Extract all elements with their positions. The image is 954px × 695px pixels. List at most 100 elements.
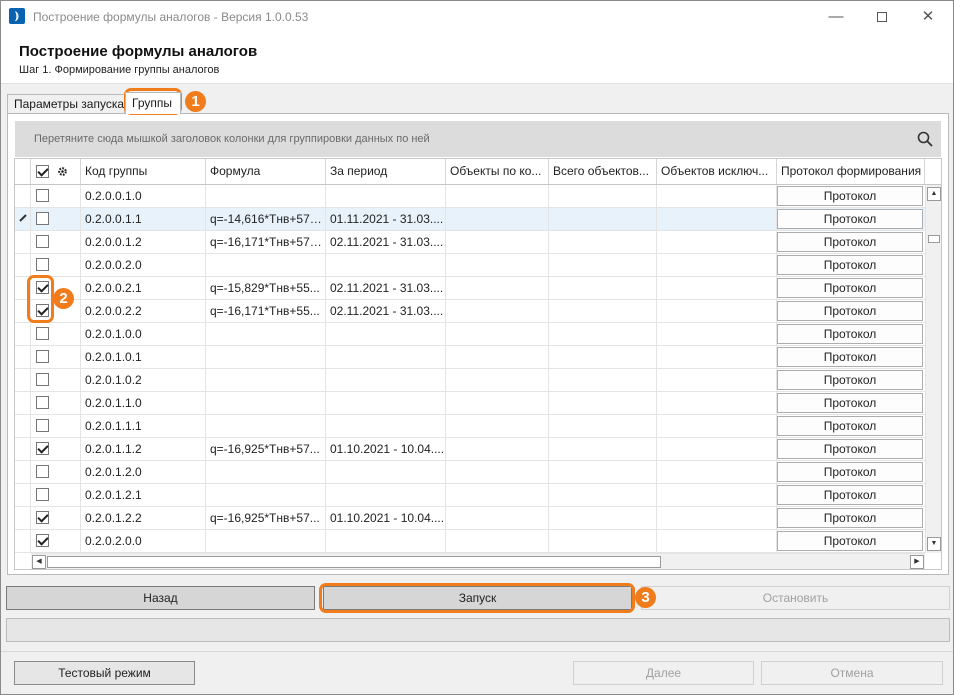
cell-objects-by (446, 277, 549, 299)
protocol-button[interactable]: Протокол (777, 324, 923, 344)
row-checkbox[interactable] (36, 327, 49, 340)
cell-code: 0.2.0.1.2.1 (81, 484, 206, 506)
back-button[interactable]: Назад (6, 586, 315, 610)
stop-button[interactable]: Остановить (641, 586, 950, 610)
cell-period: 01.11.2021 - 31.03.... (326, 208, 446, 230)
protocol-button[interactable]: Протокол (777, 186, 923, 206)
cancel-button[interactable]: Отмена (761, 661, 943, 685)
row-checkbox[interactable] (36, 350, 49, 363)
vertical-scroll-thumb[interactable] (928, 235, 940, 243)
row-checkbox[interactable] (36, 465, 49, 478)
table-row[interactable]: 0.2.0.0.1.1 q=-14,616*Тнв+573,2 01.11.2021… (15, 208, 925, 231)
row-checkbox[interactable] (36, 373, 49, 386)
cell-objects-by (446, 346, 549, 368)
cell-total-objects (549, 507, 657, 529)
table-row[interactable]: 0.2.0.1.0.2 Протокол (15, 369, 925, 392)
row-checkbox[interactable] (36, 511, 49, 524)
row-checkbox[interactable] (36, 419, 49, 432)
cell-total-objects (549, 231, 657, 253)
cell-period: 01.10.2021 - 10.04.... (326, 438, 446, 460)
cell-formula: q=-16,925*Тнв+57... (206, 507, 326, 529)
protocol-button[interactable]: Протокол (777, 370, 923, 390)
table-row[interactable]: 0.2.0.0.2.1 q=-15,829*Тнв+55... 02.11.2021… (15, 277, 925, 300)
cell-objects-by (446, 461, 549, 483)
horizontal-scrollbar[interactable]: ◀ ▶ (31, 553, 925, 569)
protocol-button[interactable]: Протокол (777, 439, 923, 459)
row-checkbox[interactable] (36, 235, 49, 248)
select-all-checkbox[interactable] (36, 165, 49, 178)
table-row[interactable]: 0.2.0.0.1.2 q=-16,171*Тнв+573,... 02.11.20… (15, 231, 925, 254)
column-header-total-objects[interactable]: Всего объектов... (549, 159, 657, 184)
protocol-button[interactable]: Протокол (777, 209, 923, 229)
scroll-down-icon[interactable]: ▼ (927, 537, 941, 551)
column-header-code[interactable]: Код группы (81, 159, 206, 184)
row-checkbox[interactable] (36, 442, 49, 455)
row-checkbox[interactable] (36, 534, 49, 547)
group-by-panel[interactable]: Перетяните сюда мышкой заголовок колонки… (15, 121, 941, 157)
row-checkbox[interactable] (36, 212, 49, 225)
search-icon[interactable] (917, 131, 933, 147)
row-select-cell (31, 507, 81, 529)
table-row[interactable]: 0.2.0.0.1.0 Протокол (15, 185, 925, 208)
protocol-button[interactable]: Протокол (777, 416, 923, 436)
table-row[interactable]: 0.2.0.1.2.1 Протокол (15, 484, 925, 507)
row-checkbox[interactable] (36, 488, 49, 501)
cell-total-objects (549, 300, 657, 322)
column-header-period[interactable]: За период (326, 159, 446, 184)
protocol-button[interactable]: Протокол (777, 347, 923, 367)
next-button[interactable]: Далее (573, 661, 754, 685)
cell-total-objects (549, 438, 657, 460)
row-select-cell (31, 461, 81, 483)
cell-period (326, 530, 446, 552)
horizontal-scroll-thumb[interactable] (47, 556, 661, 568)
tab-launch-params[interactable]: Параметры запуска (7, 94, 125, 113)
protocol-button[interactable]: Протокол (777, 462, 923, 482)
column-header-protocol[interactable]: Протокол формирования (777, 159, 925, 184)
title-bar: ⦆ Построение формулы аналогов - Версия 1… (1, 1, 953, 33)
scroll-left-icon[interactable]: ◀ (32, 555, 46, 569)
row-select-cell (31, 438, 81, 460)
row-checkbox[interactable] (36, 258, 49, 271)
protocol-button[interactable]: Протокол (777, 531, 923, 551)
close-icon[interactable]: ✕ (905, 1, 951, 32)
cell-objects-by (446, 231, 549, 253)
cell-excluded-objects (657, 461, 777, 483)
table-row[interactable]: 0.2.0.1.2.2 q=-16,925*Тнв+57... 01.10.2021… (15, 507, 925, 530)
tab-groups[interactable]: Группы (125, 92, 181, 114)
table-row[interactable]: 0.2.0.1.2.0 Протокол (15, 461, 925, 484)
cell-period (326, 346, 446, 368)
protocol-button[interactable]: Протокол (777, 508, 923, 528)
maximize-icon[interactable] (859, 1, 905, 32)
table-row[interactable]: 0.2.0.1.1.1 Протокол (15, 415, 925, 438)
table-row[interactable]: 0.2.0.1.0.0 Протокол (15, 323, 925, 346)
test-mode-button[interactable]: Тестовый режим (14, 661, 195, 685)
table-row[interactable]: 0.2.0.1.1.2 q=-16,925*Тнв+57... 01.10.2021… (15, 438, 925, 461)
protocol-button[interactable]: Протокол (777, 232, 923, 252)
scroll-right-icon[interactable]: ▶ (910, 555, 924, 569)
table-row[interactable]: 0.2.0.2.0.0 Протокол (15, 530, 925, 553)
cell-excluded-objects (657, 415, 777, 437)
gear-icon[interactable] (57, 166, 68, 177)
vertical-scrollbar[interactable]: ▲ ▼ (925, 185, 941, 553)
protocol-button[interactable]: Протокол (777, 255, 923, 275)
column-header-formula[interactable]: Формула (206, 159, 326, 184)
table-row[interactable]: 0.2.0.0.2.0 Протокол (15, 254, 925, 277)
protocol-button[interactable]: Протокол (777, 301, 923, 321)
protocol-button[interactable]: Протокол (777, 485, 923, 505)
cell-excluded-objects (657, 507, 777, 529)
protocol-button[interactable]: Протокол (777, 278, 923, 298)
minimize-icon[interactable]: — (813, 1, 859, 32)
row-checkbox[interactable] (36, 189, 49, 202)
cell-code: 0.2.0.0.1.2 (81, 231, 206, 253)
row-checkbox[interactable] (36, 396, 49, 409)
column-header-excluded-objects[interactable]: Объектов исключ... (657, 159, 777, 184)
cell-excluded-objects (657, 438, 777, 460)
scroll-up-icon[interactable]: ▲ (927, 187, 941, 201)
page-subtitle: Шаг 1. Формирование группы аналогов (19, 64, 220, 76)
cell-excluded-objects (657, 346, 777, 368)
table-row[interactable]: 0.2.0.1.1.0 Протокол (15, 392, 925, 415)
table-row[interactable]: 0.2.0.1.0.1 Протокол (15, 346, 925, 369)
column-header-objects-by[interactable]: Объекты по ко... (446, 159, 549, 184)
protocol-button[interactable]: Протокол (777, 393, 923, 413)
table-row[interactable]: 0.2.0.0.2.2 q=-16,171*Тнв+55... 02.11.2021… (15, 300, 925, 323)
